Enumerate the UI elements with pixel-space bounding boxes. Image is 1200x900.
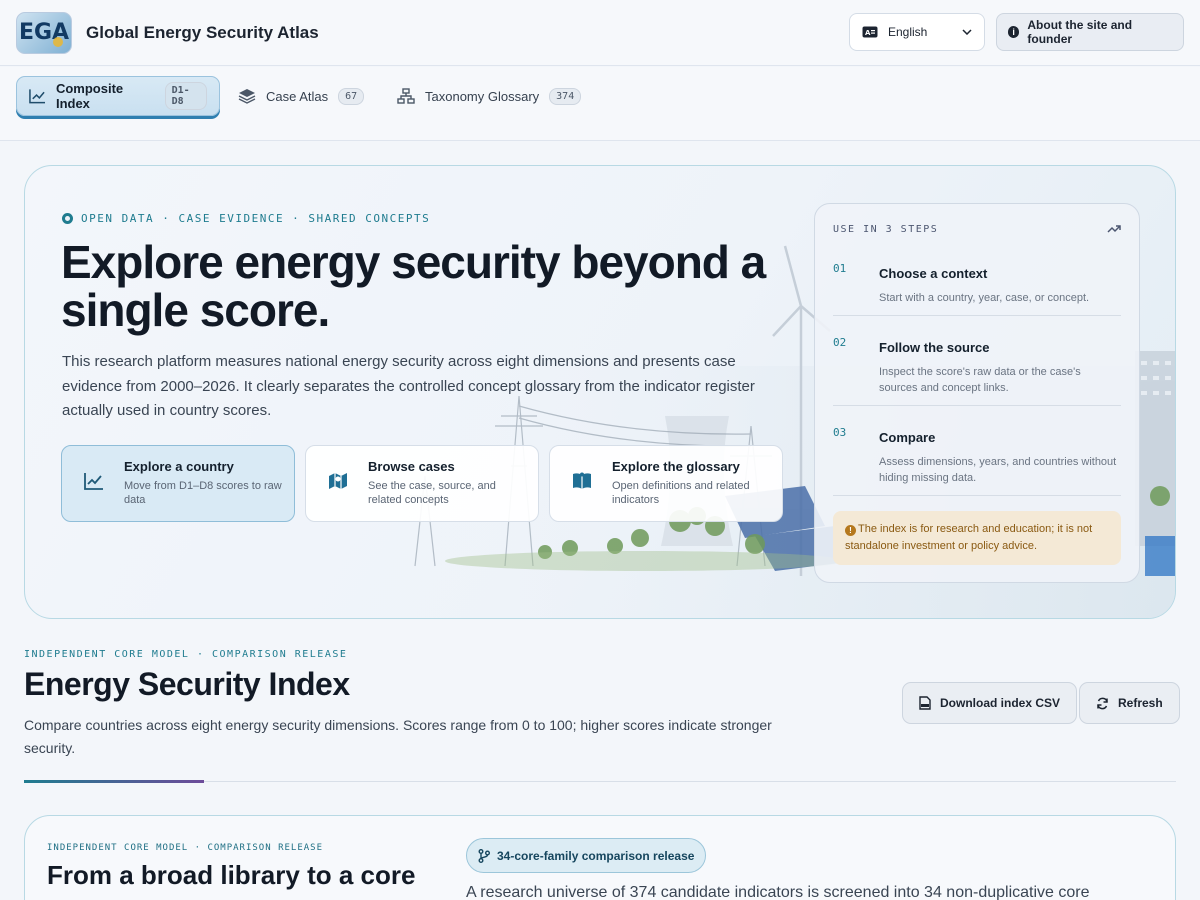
translate-icon: A xyxy=(862,26,878,38)
site-logo[interactable]: EGA xyxy=(16,11,72,54)
step-item: 03 Compare Assess dimensions, years, and… xyxy=(833,426,1121,486)
core-model-description: A research universe of 374 candidate ind… xyxy=(466,884,1090,900)
line-chart-icon xyxy=(29,89,46,104)
step-title: Follow the source xyxy=(879,340,990,355)
divider xyxy=(833,405,1121,406)
download-label: Download index CSV xyxy=(940,696,1061,710)
step-title: Choose a context xyxy=(879,266,988,281)
core-model-card: INDEPENDENT CORE MODEL · COMPARISON RELE… xyxy=(24,815,1176,900)
hero-panel: OPEN DATA · CASE EVIDENCE · SHARED CONCE… xyxy=(24,165,1176,619)
explore-glossary-card[interactable]: Explore the glossary Open definitions an… xyxy=(549,445,783,522)
browse-cases-card[interactable]: Browse cases See the case, source, and r… xyxy=(305,445,539,522)
map-icon xyxy=(329,473,347,489)
step-number: 01 xyxy=(833,262,847,275)
svg-text:A: A xyxy=(865,29,871,37)
release-pill[interactable]: 34-core-family comparison release xyxy=(466,838,707,873)
index-eyebrow: INDEPENDENT CORE MODEL · COMPARISON RELE… xyxy=(24,649,348,660)
trending-up-icon xyxy=(1107,225,1121,233)
step-description: Inspect the score's raw data or the case… xyxy=(879,366,1081,394)
tab-composite-index[interactable]: Composite Index D1-D8 xyxy=(16,76,220,116)
core-model-title: From a broad library to a core xyxy=(47,860,416,890)
action-subtitle: See the case, source, and related concep… xyxy=(368,480,496,506)
tab-taxonomy-glossary[interactable]: Taxonomy Glossary 374 xyxy=(385,76,593,116)
hero-eyebrow: OPEN DATA · CASE EVIDENCE · SHARED CONCE… xyxy=(62,212,430,225)
action-title: Explore the glossary xyxy=(612,459,740,474)
site-title: Global Energy Security Atlas xyxy=(86,22,319,42)
about-button[interactable]: i About the site and founder xyxy=(996,13,1184,51)
steps-heading: USE IN 3 STEPS xyxy=(833,224,939,235)
step-description: Assess dimensions, years, and countries … xyxy=(879,456,1117,484)
index-title: Energy Security Index xyxy=(24,666,350,702)
hero-title: Explore energy security beyond a single … xyxy=(61,236,766,336)
step-description: Start with a country, year, case, or con… xyxy=(879,292,1090,304)
hierarchy-icon xyxy=(397,88,415,104)
hero-eyebrow-text: OPEN DATA · CASE EVIDENCE · SHARED CONCE… xyxy=(81,212,431,225)
book-icon xyxy=(573,472,591,489)
layers-icon xyxy=(238,89,256,104)
step-item: 02 Follow the source Inspect the score's… xyxy=(833,336,1121,396)
tab-badge: 67 xyxy=(338,87,365,105)
notice-text: The index is for research and education;… xyxy=(845,523,1093,552)
step-number: 03 xyxy=(833,426,847,439)
logo-sun-icon xyxy=(53,36,63,47)
refresh-label: Refresh xyxy=(1118,696,1163,710)
index-description: Compare countries across eight energy se… xyxy=(24,717,772,756)
main-tabs: Composite Index D1-D8 Case Atlas 67 Taxo… xyxy=(0,67,1200,141)
steps-panel: USE IN 3 STEPS 01 Choose a context Start… xyxy=(814,203,1140,583)
steps-header: USE IN 3 STEPS xyxy=(833,224,1121,235)
compass-icon xyxy=(62,213,73,224)
line-chart-icon xyxy=(84,473,103,490)
refresh-button[interactable]: Refresh xyxy=(1079,682,1180,724)
download-csv-button[interactable]: Download index CSV xyxy=(902,682,1078,724)
action-subtitle: Move from D1–D8 scores to raw data xyxy=(124,480,282,506)
action-title: Explore a country xyxy=(124,459,234,474)
language-value: English xyxy=(888,25,928,39)
divider xyxy=(833,315,1121,316)
disclaimer-notice: ! The index is for research and education… xyxy=(833,511,1121,565)
info-icon: i xyxy=(1008,26,1020,38)
tab-label: Case Atlas xyxy=(266,88,329,104)
divider xyxy=(833,495,1121,496)
csv-file-icon xyxy=(919,696,931,710)
tab-badge: 374 xyxy=(549,87,582,105)
hero-description: This research platform measures national… xyxy=(62,353,755,419)
tab-case-atlas[interactable]: Case Atlas 67 xyxy=(226,76,376,116)
branch-icon xyxy=(478,848,490,863)
step-item: 01 Choose a context Start with a country… xyxy=(833,262,1121,312)
language-select[interactable]: A English xyxy=(849,13,985,51)
section-divider-accent xyxy=(24,780,204,783)
tab-label: Composite Index xyxy=(55,81,124,111)
refresh-icon xyxy=(1097,697,1108,709)
action-subtitle: Open definitions and related indicators xyxy=(612,480,750,506)
step-number: 02 xyxy=(833,336,847,349)
tab-badge: D1-D8 xyxy=(164,82,207,110)
about-label: About the site and founder xyxy=(1027,18,1133,46)
step-title: Compare xyxy=(879,430,936,445)
release-pill-label: 34-core-family comparison release xyxy=(497,848,695,863)
warning-icon: ! xyxy=(845,525,856,536)
explore-country-card[interactable]: Explore a country Move from D1–D8 scores… xyxy=(61,445,295,522)
tab-label: Taxonomy Glossary xyxy=(425,88,540,104)
action-title: Browse cases xyxy=(368,459,455,474)
chevron-down-icon xyxy=(962,29,972,35)
core-model-eyebrow: INDEPENDENT CORE MODEL · COMPARISON RELE… xyxy=(47,843,323,853)
